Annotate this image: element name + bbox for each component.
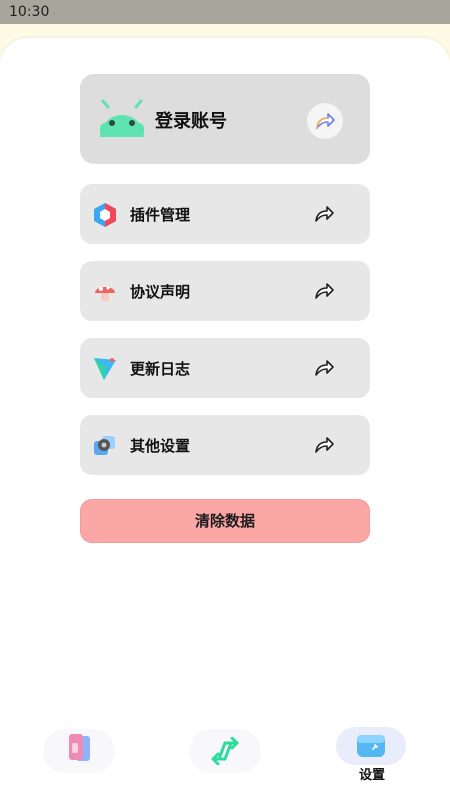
- gear-settings-icon: [94, 436, 115, 455]
- login-account-card[interactable]: 登录账号: [80, 74, 370, 164]
- wallet-settings-icon: [357, 735, 385, 757]
- nav-tab-settings-label: 设置: [358, 768, 385, 783]
- share-arrow-icon: [315, 437, 334, 453]
- nav-tab-transfer[interactable]: [189, 729, 261, 773]
- mushroom-icon: [95, 286, 115, 301]
- status-time: 10:30: [9, 4, 50, 20]
- share-arrow-icon: [315, 360, 334, 376]
- paper-plane-icon: [94, 358, 116, 380]
- login-account-label: 登录账号: [155, 111, 227, 132]
- share-arrow-icon: [316, 113, 335, 129]
- android-robot-icon: [100, 99, 144, 137]
- nav-tab-cards[interactable]: [43, 729, 115, 773]
- nav-tab-settings[interactable]: [336, 727, 406, 765]
- cards-icon: [69, 734, 90, 761]
- menu-item-label: 插件管理: [130, 206, 191, 224]
- menu-item-label: 协议声明: [130, 283, 191, 301]
- hexagon-plugin-icon: [94, 203, 116, 227]
- clear-data-button[interactable]: 清除数据: [80, 499, 370, 543]
- menu-item-label: 其他设置: [130, 437, 191, 455]
- menu-item-plugin-management[interactable]: 插件管理: [80, 184, 370, 244]
- login-account-arrow-button[interactable]: [307, 103, 343, 139]
- share-arrow-icon: [315, 283, 334, 299]
- menu-item-other-settings[interactable]: 其他设置: [80, 415, 370, 475]
- menu-item-protocol-statement[interactable]: 协议声明: [80, 261, 370, 321]
- menu-item-changelog[interactable]: 更新日志: [80, 338, 370, 398]
- status-bar: 10:30: [0, 0, 450, 24]
- transfer-arrows-icon: [211, 737, 239, 765]
- share-arrow-icon: [315, 206, 334, 222]
- menu-item-label: 更新日志: [130, 360, 191, 378]
